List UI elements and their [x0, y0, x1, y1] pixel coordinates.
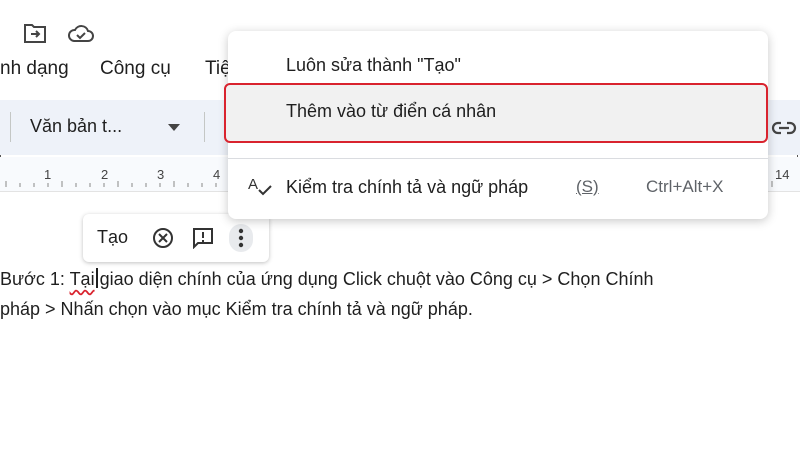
document-line: Bước 1: Tại giao diện chính của ứng dụng … [0, 268, 654, 290]
link-icon[interactable] [770, 114, 798, 142]
svg-text:A: A [248, 176, 258, 193]
menu-extensions[interactable]: Tiệ [205, 58, 231, 80]
line-prefix: Bước 1: [0, 269, 70, 289]
menu-tools[interactable]: Công cụ [100, 58, 171, 80]
suggested-word-button[interactable]: Tạo [97, 227, 128, 248]
feedback-icon[interactable] [191, 226, 215, 250]
text-cursor [95, 268, 98, 288]
menu-item-label: Thêm vào từ điển cá nhân [286, 101, 497, 121]
ruler-number: 2 [101, 167, 109, 182]
menu-item-spell-grammar-check[interactable]: A Kiểm tra chính tả và ngữ pháp (S) Ctrl… [228, 161, 768, 211]
misspelled-word[interactable]: Tại [70, 269, 95, 289]
spellcheck-icon: A [246, 173, 274, 199]
toolbar-divider [204, 112, 205, 142]
menu-item-add-to-dictionary[interactable]: Thêm vào từ điển cá nhân [224, 83, 768, 143]
ignore-icon[interactable] [151, 226, 175, 250]
menu-item-hint: (S) [576, 177, 599, 196]
ruler-number: 1 [44, 167, 52, 182]
menu-item-label: Kiểm tra chính tả và ngữ pháp [286, 177, 529, 197]
line-rest: giao diện chính của ứng dụng Click chuột… [99, 269, 654, 289]
ruler-number: 4 [213, 167, 221, 182]
document-line: pháp > Nhấn chọn vào mục Kiểm tra chính … [0, 299, 473, 319]
dropdown-arrow-icon[interactable] [168, 124, 180, 131]
paragraph-style-dropdown[interactable]: Văn bản t... [30, 116, 122, 137]
toolbar-divider [10, 112, 11, 142]
menu-divider [228, 158, 768, 159]
ruler-number: 3 [157, 167, 165, 182]
ruler-number: 14 [775, 167, 790, 182]
more-options-icon[interactable] [229, 224, 253, 252]
spelling-suggestion-chip: Tạo [83, 214, 269, 262]
menu-format[interactable]: nh dạng [0, 58, 69, 80]
menu-item-label: Luôn sửa thành "Tạo" [286, 55, 461, 75]
menu-item-shortcut: Ctrl+Alt+X [646, 177, 724, 196]
move-to-folder-icon[interactable] [22, 20, 48, 46]
cloud-saved-icon[interactable] [66, 20, 96, 46]
